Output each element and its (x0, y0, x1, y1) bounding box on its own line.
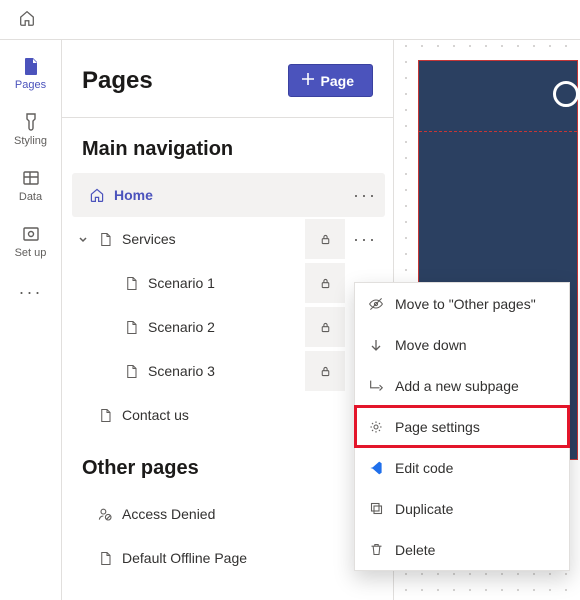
ctx-edit-code[interactable]: Edit code (355, 447, 569, 488)
left-rail: Pages Styling Data Set up ··· (0, 40, 62, 600)
rail-more[interactable]: ··· (4, 272, 58, 312)
tree-home[interactable]: Home ··· (72, 173, 385, 217)
plus-icon (301, 72, 315, 89)
tree-scenario3[interactable]: Scenario 3 ··· (72, 349, 385, 393)
add-page-label: Page (321, 73, 354, 89)
tree-services-menu[interactable]: ··· (345, 219, 385, 259)
rail-pages[interactable]: Pages (4, 48, 58, 98)
page-icon (120, 364, 142, 379)
ctx-move-down-label: Move down (395, 337, 467, 353)
page-icon (94, 408, 116, 423)
tree-scenario2[interactable]: Scenario 2 ··· (72, 305, 385, 349)
eye-off-icon (367, 296, 385, 312)
title-bar (0, 0, 580, 40)
rail-pages-label: Pages (15, 79, 46, 91)
other-pages-heading: Other pages (62, 437, 393, 492)
tree-scenario3-label: Scenario 3 (142, 363, 305, 379)
ctx-delete-label: Delete (395, 542, 435, 558)
rail-styling[interactable]: Styling (4, 104, 58, 154)
ctx-move-down[interactable]: Move down (355, 324, 569, 365)
ctx-duplicate-label: Duplicate (395, 501, 453, 517)
ctx-delete[interactable]: Delete (355, 529, 569, 570)
ctx-page-settings[interactable]: Page settings (355, 406, 569, 447)
ctx-move-other-label: Move to "Other pages" (395, 296, 536, 312)
person-denied-icon (94, 506, 116, 522)
ctx-add-subpage[interactable]: Add a new subpage (355, 365, 569, 406)
lock-icon (305, 351, 345, 391)
lock-icon (305, 263, 345, 303)
ctx-edit-code-label: Edit code (395, 460, 453, 476)
ctx-add-subpage-label: Add a new subpage (395, 378, 519, 394)
arrow-down-icon (367, 338, 385, 352)
main-nav-heading: Main navigation (62, 118, 393, 173)
subpage-icon (367, 378, 385, 394)
home-icon[interactable] (18, 9, 36, 30)
add-page-button[interactable]: Page (288, 64, 373, 97)
main-nav-tree: Home ··· Services ··· (62, 173, 393, 437)
panel-title: Pages (82, 67, 153, 95)
tree-scenario2-label: Scenario 2 (142, 319, 305, 335)
vscode-icon (367, 460, 385, 476)
rail-styling-label: Styling (14, 135, 47, 147)
duplicate-icon (367, 501, 385, 516)
rail-data[interactable]: Data (4, 160, 58, 210)
other-pages-tree: Access Denied Default Offline Page (62, 492, 393, 580)
tree-services-label: Services (116, 231, 305, 247)
ellipsis-icon: ··· (19, 282, 43, 303)
tree-home-menu[interactable]: ··· (345, 175, 385, 215)
canvas-logo-circle (553, 81, 579, 107)
tree-contact[interactable]: Contact us (72, 393, 385, 437)
tree-offline-label: Default Offline Page (116, 550, 385, 566)
ctx-page-settings-label: Page settings (395, 419, 480, 435)
tree-scenario1-label: Scenario 1 (142, 275, 305, 291)
rail-setup-label: Set up (15, 247, 47, 259)
panel-header: Pages Page (62, 40, 393, 118)
tree-offline[interactable]: Default Offline Page (72, 536, 385, 580)
home-icon (86, 187, 108, 203)
ctx-duplicate[interactable]: Duplicate (355, 488, 569, 529)
page-icon (94, 232, 116, 247)
tree-scenario1[interactable]: Scenario 1 ··· (72, 261, 385, 305)
rail-setup[interactable]: Set up (4, 216, 58, 266)
page-icon (120, 276, 142, 291)
tree-access-denied-label: Access Denied (116, 506, 385, 522)
tree-contact-label: Contact us (116, 407, 385, 423)
chevron-down-icon[interactable] (72, 233, 94, 245)
lock-icon (305, 307, 345, 347)
pages-panel: Pages Page Main navigation Home ··· (62, 40, 394, 600)
tree-access-denied[interactable]: Access Denied (72, 492, 385, 536)
context-menu: Move to "Other pages" Move down Add a ne… (354, 282, 570, 571)
page-icon (94, 551, 116, 566)
rail-data-label: Data (19, 191, 42, 203)
ctx-move-other[interactable]: Move to "Other pages" (355, 283, 569, 324)
lock-icon (305, 219, 345, 259)
page-icon (120, 320, 142, 335)
tree-home-label: Home (108, 187, 345, 203)
trash-icon (367, 542, 385, 557)
tree-services[interactable]: Services ··· (72, 217, 385, 261)
gear-icon (367, 419, 385, 435)
